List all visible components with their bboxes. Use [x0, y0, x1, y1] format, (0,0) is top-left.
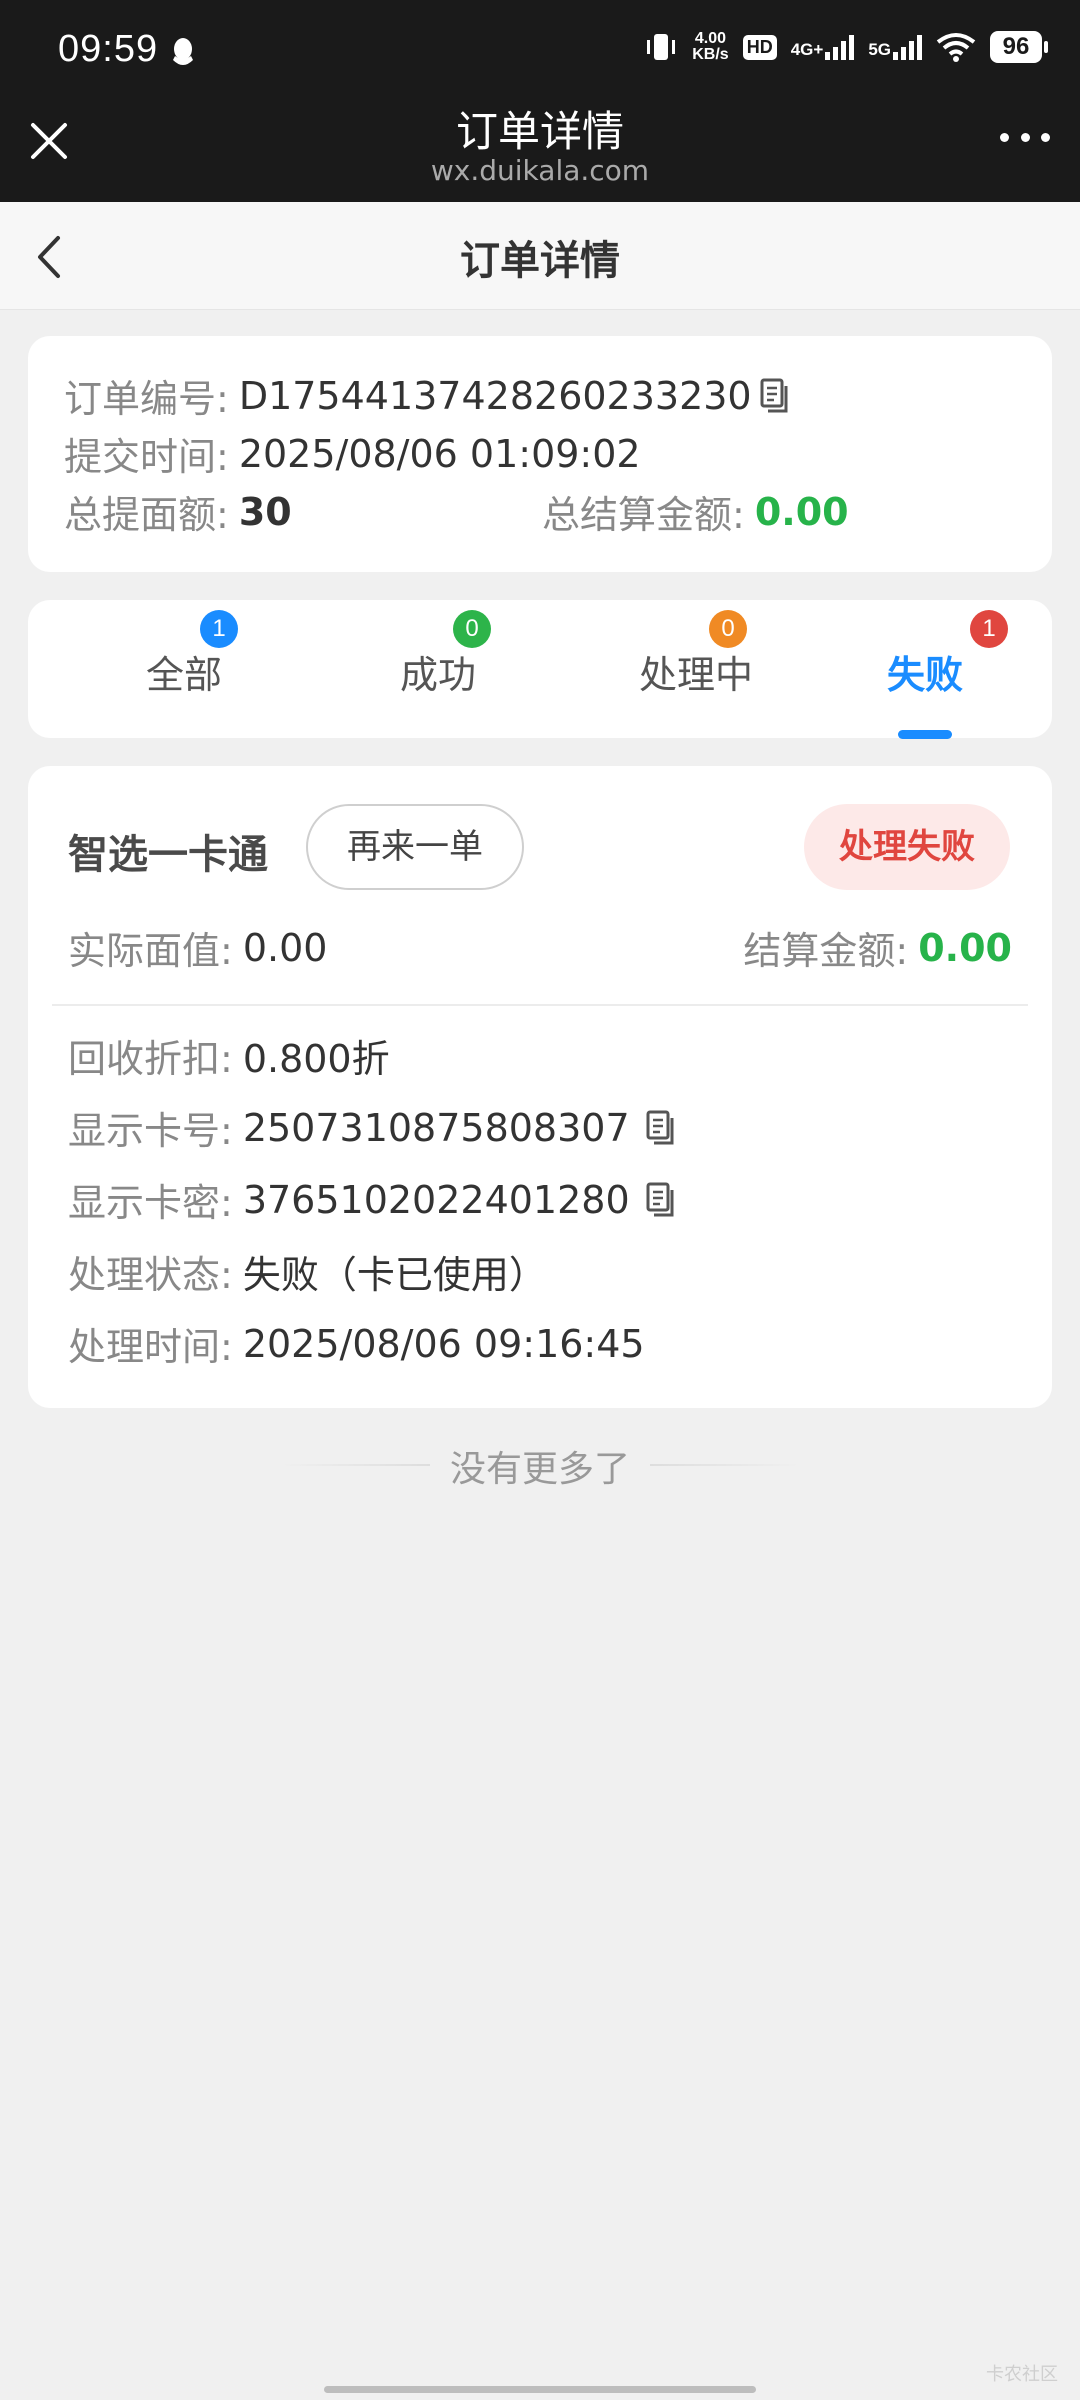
clock: 09:59 [58, 28, 159, 70]
actual-face-row: 实际面值: 0.00 [68, 920, 327, 975]
process-state-row: 处理状态: 失败（卡已使用） [68, 1244, 547, 1299]
total-face-label: 总提面额: [64, 493, 229, 537]
total-face-row: 总提面额: 30 [64, 484, 292, 539]
card-detail: 智选一卡通 再来一单 处理失败 实际面值: 0.00 结算金额: 0.00 回收… [28, 766, 1052, 1408]
card-number-label: 显示卡号: [68, 1109, 233, 1153]
status-badge: 处理失败 [804, 804, 1010, 890]
active-tab-indicator [898, 730, 952, 739]
tab-success-badge: 0 [453, 610, 491, 648]
divider [52, 1004, 1028, 1006]
order-info-card: 订单编号: D17544137428260233230 提交时间: 2025/0… [28, 336, 1052, 572]
signal-bars-icon [825, 34, 855, 60]
wifi-icon [936, 33, 976, 62]
tab-success[interactable]: 成功 [370, 644, 506, 699]
card-number-value: 2507310875808307 [242, 1105, 630, 1150]
card-product-name: 智选一卡通 [68, 832, 268, 878]
actual-face-value: 0.00 [242, 925, 328, 970]
tab-failed-label: 失败 [886, 653, 963, 697]
hd-volte-icon: HD [742, 34, 777, 60]
settle-label: 结算金额: [743, 929, 909, 973]
copy-icon[interactable] [644, 1110, 674, 1146]
sim2-signal: 5G [868, 34, 922, 60]
browser-header: 订单详情 wx.duikala.com [0, 92, 1080, 202]
copy-icon[interactable] [758, 378, 788, 414]
total-settle-label: 总结算金额: [542, 493, 745, 537]
no-more-footer: 没有更多了 [0, 1440, 1080, 1490]
process-state-label: 处理状态: [68, 1253, 233, 1297]
sim2-type: 5G [868, 40, 891, 59]
card-password-label: 显示卡密: [68, 1181, 233, 1225]
discount-label: 回收折扣: [68, 1037, 233, 1081]
tab-success-label: 成功 [399, 653, 476, 697]
network-speed-value: 4.00 [694, 30, 727, 47]
tab-processing-label: 处理中 [638, 653, 753, 697]
battery-icon: 96 [990, 31, 1048, 63]
order-number-label: 订单编号: [64, 377, 229, 421]
order-number-row: 订单编号: D17544137428260233230 [64, 368, 788, 423]
settle-row: 结算金额: 0.00 [743, 920, 1012, 975]
submit-time-value: 2025/08/06 01:09:02 [238, 431, 641, 476]
card-number-row: 显示卡号: 2507310875808307 [68, 1100, 674, 1155]
tab-processing[interactable]: 处理中 [598, 644, 794, 699]
watermark: 卡农社区 [986, 2364, 1058, 2385]
browser-url: wx.duikala.com [430, 154, 650, 187]
process-state-value: 失败（卡已使用） [242, 1253, 547, 1297]
process-time-label: 处理时间: [68, 1325, 233, 1369]
sim1-type: 4G+ [790, 40, 824, 59]
discount-row: 回收折扣: 0.800折 [68, 1028, 390, 1083]
card-password-row: 显示卡密: 3765102022401280 [68, 1172, 674, 1227]
copy-icon[interactable] [644, 1182, 674, 1218]
process-time-row: 处理时间: 2025/08/06 09:16:45 [68, 1316, 645, 1371]
order-number-value: D17544137428260233230 [238, 373, 752, 418]
browser-title: 订单详情 [455, 107, 624, 156]
network-speed: 4.00 KB/s [692, 31, 728, 63]
tab-all-label: 全部 [145, 653, 222, 697]
submit-time-label: 提交时间: [64, 435, 229, 479]
qq-notification-icon [173, 38, 193, 65]
total-face-value: 30 [238, 489, 292, 534]
actual-face-label: 实际面值: [68, 929, 233, 973]
sim1-signal: 4G+ [791, 34, 855, 60]
tab-failed[interactable]: 失败 [857, 644, 993, 699]
tab-failed-badge: 1 [970, 610, 1008, 648]
tab-all[interactable]: 全部 [116, 644, 252, 699]
page-title: 订单详情 [460, 238, 620, 284]
process-time-value: 2025/08/06 09:16:45 [242, 1321, 645, 1366]
tab-all-badge: 1 [200, 610, 238, 648]
card-password-value: 3765102022401280 [242, 1177, 630, 1222]
network-speed-unit: KB/s [692, 46, 729, 63]
home-indicator[interactable] [324, 2386, 756, 2393]
reorder-button[interactable]: 再来一单 [306, 804, 524, 890]
page-nav-bar: 订单详情 [0, 202, 1080, 310]
settle-value: 0.00 [918, 925, 1012, 970]
no-more-text: 没有更多了 [449, 1449, 630, 1490]
discount-value: 0.800折 [242, 1037, 390, 1081]
tab-processing-badge: 0 [709, 610, 747, 648]
more-icon[interactable] [1000, 122, 1050, 152]
signal-bars-icon [893, 34, 922, 60]
status-tabs: 全部 1 成功 0 处理中 0 失败 1 [28, 600, 1052, 739]
status-icons: 4.00 KB/s HD 4G+ 5G 96 [644, 24, 1048, 70]
status-bar: 09:59 4.00 KB/s HD 4G+ 5G 96 [0, 0, 1080, 92]
vibrate-icon [647, 34, 676, 60]
total-settle-value: 0.00 [754, 489, 849, 534]
submit-time-row: 提交时间: 2025/08/06 01:09:02 [64, 426, 641, 481]
total-settle-row: 总结算金额: 0.00 [542, 484, 849, 539]
